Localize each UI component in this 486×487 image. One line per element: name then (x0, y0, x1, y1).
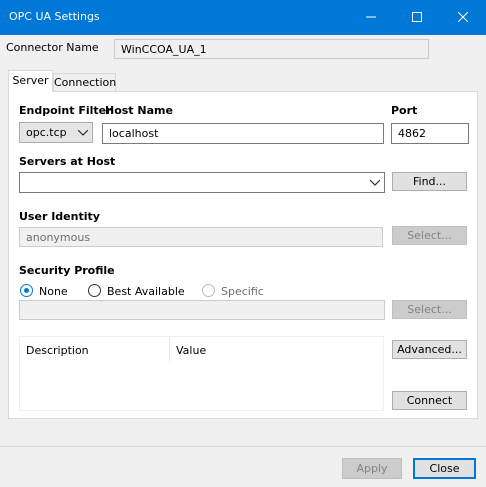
advanced-button[interactable]: Advanced... (392, 340, 467, 359)
close-window-button[interactable] (440, 0, 486, 35)
column-divider (169, 337, 170, 361)
minimize-button[interactable] (348, 0, 394, 35)
tab-connection[interactable]: Connection (53, 73, 116, 91)
close-icon (458, 12, 468, 22)
properties-table[interactable]: Description Value (19, 336, 384, 411)
port-input[interactable]: 4862 (391, 123, 469, 144)
close-button[interactable]: Close (413, 458, 476, 479)
security-select-button[interactable]: Select... (392, 300, 467, 319)
security-best-available-label: Best Available (107, 285, 185, 298)
security-none-label: None (39, 285, 68, 298)
user-identity-select-button[interactable]: Select... (392, 226, 467, 245)
user-identity-field: anonymous (19, 227, 383, 247)
security-best-available-radio[interactable] (88, 284, 101, 297)
host-name-label: Host Name (105, 104, 173, 117)
minimize-icon (366, 16, 376, 18)
table-header: Description Value (20, 337, 383, 361)
apply-button[interactable]: Apply (342, 458, 402, 479)
footer-divider (0, 446, 486, 447)
port-label: Port (391, 104, 418, 117)
connector-name-field: WinCCOA_UA_1 (114, 39, 429, 59)
endpoint-filter-label: Endpoint Filter (19, 104, 112, 117)
servers-at-host-label: Servers at Host (19, 155, 116, 168)
find-button[interactable]: Find... (392, 172, 467, 191)
endpoint-filter-value: opc.tcp (26, 126, 67, 139)
security-specific-radio[interactable] (202, 284, 215, 297)
security-none-radio[interactable] (20, 284, 33, 297)
maximize-icon (412, 12, 422, 22)
title-bar: OPC UA Settings (0, 0, 486, 35)
security-profile-field (19, 300, 385, 320)
servers-at-host-combobox[interactable] (19, 172, 385, 193)
endpoint-filter-select[interactable]: opc.tcp (19, 122, 93, 143)
tab-server[interactable]: Server (8, 70, 53, 92)
window-title: OPC UA Settings (9, 10, 100, 23)
connect-button[interactable]: Connect (392, 391, 467, 410)
column-header-value[interactable]: Value (176, 344, 206, 357)
chevron-down-icon (370, 180, 380, 186)
security-profile-label: Security Profile (19, 264, 115, 277)
user-identity-label: User Identity (19, 210, 100, 223)
security-specific-label: Specific (221, 285, 264, 298)
connector-name-label: Connector Name (6, 41, 99, 54)
column-header-description[interactable]: Description (26, 344, 89, 357)
host-name-input[interactable]: localhost (102, 123, 384, 144)
maximize-button[interactable] (394, 0, 440, 35)
chevron-down-icon (78, 130, 88, 136)
